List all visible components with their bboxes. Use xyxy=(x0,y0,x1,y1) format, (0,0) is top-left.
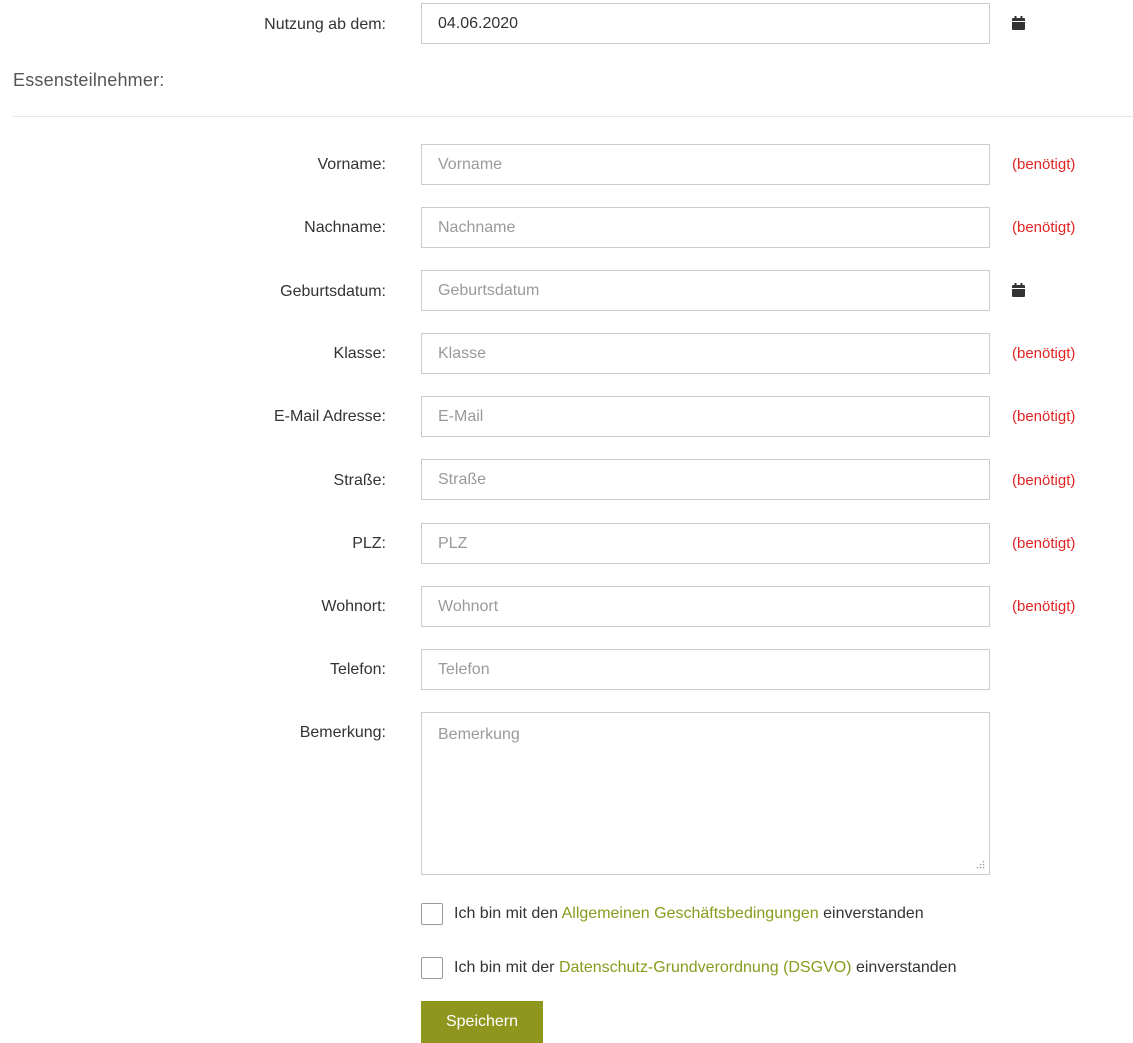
agb-checkbox[interactable] xyxy=(421,903,443,925)
klasse-label: Klasse: xyxy=(333,345,386,362)
vorname-input[interactable] xyxy=(421,144,990,185)
strasse-required-hint: (benötigt) xyxy=(1012,472,1076,489)
dsgvo-checkbox[interactable] xyxy=(421,957,443,979)
vorname-label: Vorname: xyxy=(317,156,386,173)
telefon-input[interactable] xyxy=(421,649,990,690)
bemerkung-textarea[interactable] xyxy=(421,712,990,875)
dsgvo-link[interactable]: Datenschutz-Grundverordnung (DSGVO) xyxy=(559,959,852,976)
dsgvo-suffix: einverstanden xyxy=(851,959,957,976)
klasse-input[interactable] xyxy=(421,333,990,374)
plz-input[interactable] xyxy=(421,523,990,564)
agb-consent-text: Ich bin mit den Allgemeinen Geschäftsbed… xyxy=(454,904,924,924)
klasse-required-hint: (benötigt) xyxy=(1012,345,1076,362)
calendar-icon[interactable] xyxy=(1012,16,1025,30)
section-divider xyxy=(13,116,1133,117)
agb-link[interactable]: Allgemeinen Geschäftsbedingungen xyxy=(562,905,819,922)
email-label: E-Mail Adresse: xyxy=(273,408,386,425)
save-button[interactable]: Speichern xyxy=(421,1001,543,1043)
geburtsdatum-input[interactable] xyxy=(421,270,990,311)
nachname-required-hint: (benötigt) xyxy=(1012,219,1076,236)
usage-date-label: Nutzung ab dem: xyxy=(264,16,386,33)
resize-handle-icon[interactable] xyxy=(976,860,985,869)
agb-suffix: einverstanden xyxy=(818,905,924,922)
wohnort-input[interactable] xyxy=(421,586,990,627)
calendar-icon[interactable] xyxy=(1012,283,1025,297)
dsgvo-consent-text: Ich bin mit der Datenschutz-Grundverordn… xyxy=(454,958,956,978)
email-required-hint: (benötigt) xyxy=(1012,408,1076,425)
nachname-label: Nachname: xyxy=(304,219,386,236)
geburtsdatum-label: Geburtsdatum: xyxy=(280,283,386,300)
agb-prefix: Ich bin mit den xyxy=(454,905,562,922)
bemerkung-label: Bemerkung: xyxy=(299,724,386,741)
plz-label: PLZ: xyxy=(352,535,386,552)
strasse-input[interactable] xyxy=(421,459,990,500)
vorname-required-hint: (benötigt) xyxy=(1012,156,1076,173)
dsgvo-prefix: Ich bin mit der xyxy=(454,959,559,976)
telefon-label: Telefon: xyxy=(329,661,386,678)
wohnort-required-hint: (benötigt) xyxy=(1012,598,1076,615)
email-input[interactable] xyxy=(421,396,990,437)
usage-date-input[interactable] xyxy=(421,3,990,44)
strasse-label: Straße: xyxy=(333,472,386,489)
section-title: Essensteilnehmer: xyxy=(13,70,165,90)
nachname-input[interactable] xyxy=(421,207,990,248)
wohnort-label: Wohnort: xyxy=(321,598,386,615)
plz-required-hint: (benötigt) xyxy=(1012,535,1076,552)
